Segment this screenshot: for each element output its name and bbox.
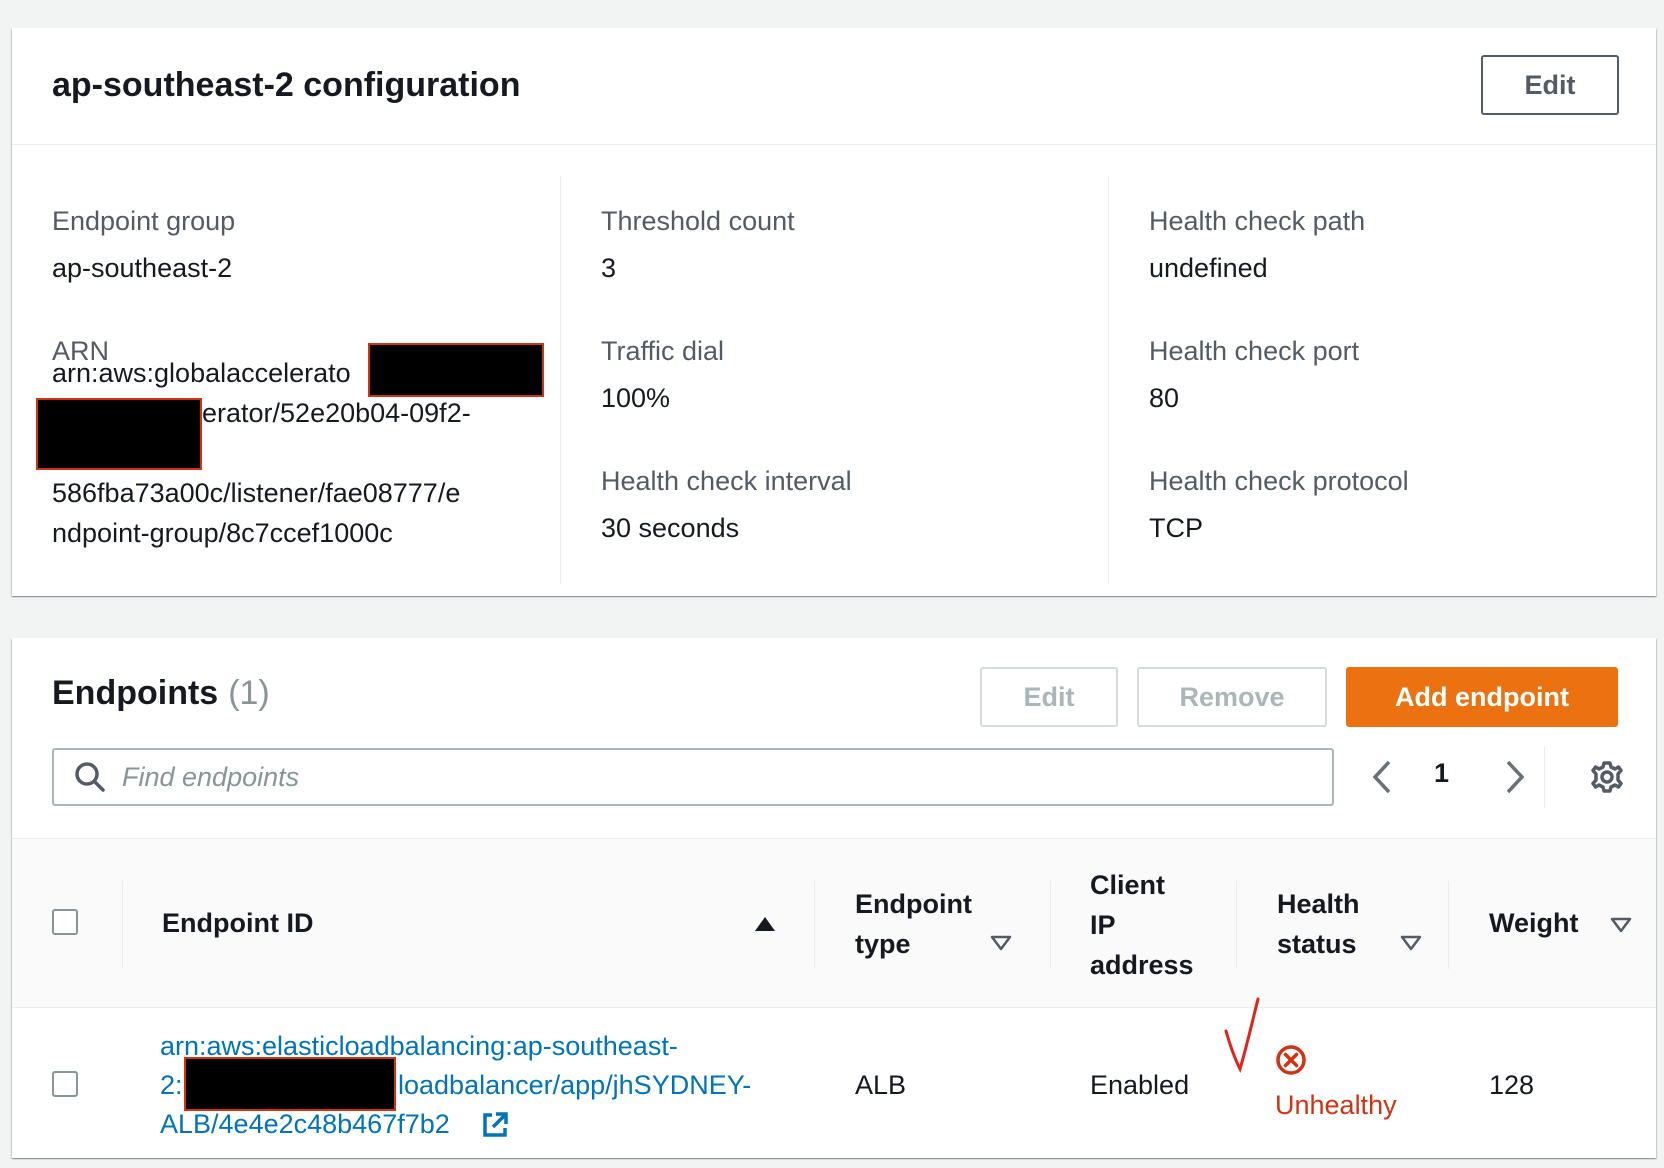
column-divider: [1236, 881, 1237, 969]
arn-value-line-3: 586fba73a00c/listener/fae08777/e: [52, 478, 461, 508]
health-check-port-label: Health check port: [1149, 336, 1360, 366]
threshold-count-field: Threshold count 3: [601, 204, 795, 288]
health-check-path-label: Health check path: [1149, 206, 1366, 236]
endpoint-type-cell: ALB: [855, 1070, 907, 1100]
health-check-protocol-value: TCP: [1149, 513, 1203, 543]
pagination-divider: [1544, 746, 1545, 808]
sort-ascending-icon[interactable]: [754, 916, 776, 932]
current-page-number[interactable]: 1: [1434, 758, 1449, 789]
select-all-checkbox[interactable]: [52, 909, 78, 935]
column-header-health-status-line-2: status: [1277, 929, 1357, 959]
external-link-icon[interactable]: [480, 1110, 510, 1140]
endpoint-group-label: Endpoint group: [52, 206, 236, 236]
endpoints-panel: Endpoints(1) Edit Remove Add endpoint 1 …: [12, 638, 1656, 1158]
client-ip-address-cell: Enabled: [1090, 1070, 1190, 1100]
health-check-interval-label: Health check interval: [601, 466, 852, 496]
sort-descending-icon[interactable]: [990, 935, 1012, 951]
threshold-count-label: Threshold count: [601, 206, 795, 236]
arn-value-line-4: ndpoint-group/8c7ccef1000c: [52, 518, 393, 548]
endpoints-title: Endpoints (1): [52, 674, 270, 713]
endpoint-group-value: ap-southeast-2: [52, 253, 233, 283]
column-header-client-ip-line-3: address: [1090, 950, 1194, 980]
column-divider: [122, 881, 123, 969]
chevron-left-icon[interactable]: [1369, 756, 1397, 798]
column-header-endpoint-type-line-2: type: [855, 929, 911, 959]
column-header-client-ip-line-1: Client: [1090, 870, 1166, 900]
column-header-endpoint-type[interactable]: Endpoint type: [855, 884, 972, 964]
search-input[interactable]: [120, 760, 1304, 794]
configuration-panel: ap-southeast-2 configuration Edit Endpoi…: [12, 28, 1656, 596]
traffic-dial-label: Traffic dial: [601, 336, 725, 366]
weight-cell: 128: [1489, 1070, 1535, 1100]
status-error-icon: [1276, 1045, 1306, 1075]
add-endpoint-button[interactable]: Add endpoint: [1346, 667, 1618, 727]
health-check-path-value: undefined: [1149, 253, 1268, 283]
search-box[interactable]: [52, 748, 1334, 806]
traffic-dial-field: Traffic dial 100%: [601, 334, 724, 418]
health-check-interval-value: 30 seconds: [601, 513, 740, 543]
config-column-2: Threshold count 3 Traffic dial 100% Heal…: [560, 176, 1081, 584]
endpoint-id-link-line-3[interactable]: ALB/4e4e2c48b467f7b2: [160, 1104, 450, 1144]
traffic-dial-value: 100%: [601, 383, 671, 413]
redaction-box: [36, 398, 202, 470]
column-divider: [814, 881, 815, 969]
configuration-edit-button[interactable]: Edit: [1481, 55, 1619, 115]
endpoint-id-link-line-2-suffix[interactable]: loadbalancer/app/jhSYDNEY-: [398, 1065, 751, 1105]
column-header-endpoint-id[interactable]: Endpoint ID: [162, 903, 313, 943]
redaction-box: [184, 1057, 396, 1111]
health-check-path-field: Health check path undefined: [1149, 204, 1365, 288]
configuration-header: ap-southeast-2 configuration Edit: [12, 28, 1656, 145]
checkmark-annotation-icon: [1224, 997, 1260, 1074]
health-check-interval-field: Health check interval 30 seconds: [601, 464, 852, 548]
endpoint-id-link-line-2-prefix[interactable]: 2:: [160, 1065, 183, 1105]
endpoint-group-field: Endpoint group ap-southeast-2: [52, 204, 235, 288]
endpoints-edit-button[interactable]: Edit: [980, 667, 1118, 727]
column-header-weight[interactable]: Weight: [1489, 903, 1579, 943]
endpoints-remove-button[interactable]: Remove: [1137, 667, 1327, 727]
arn-value-line-2: erator/52e20b04-09f2-: [202, 398, 471, 428]
health-check-port-value: 80: [1149, 383, 1180, 413]
column-header-endpoint-type-line-1: Endpoint: [855, 889, 972, 919]
gear-icon[interactable]: [1588, 758, 1626, 796]
endpoints-count: (1): [228, 674, 270, 712]
sort-descending-icon[interactable]: [1400, 935, 1422, 951]
column-header-health-status[interactable]: Health status: [1277, 884, 1360, 964]
table-header: Endpoint ID Endpoint type Client IP addr…: [12, 838, 1656, 1008]
health-status-cell: Unhealthy: [1275, 1090, 1397, 1120]
threshold-count-value: 3: [601, 253, 617, 283]
endpoints-title-text: Endpoints: [52, 674, 219, 712]
health-check-protocol-label: Health check protocol: [1149, 466, 1409, 496]
sort-descending-icon[interactable]: [1610, 917, 1632, 933]
arn-value-line-1: arn:aws:globalaccelerato: [52, 358, 351, 388]
row-select-checkbox[interactable]: [52, 1071, 78, 1097]
column-header-health-status-line-1: Health: [1277, 889, 1360, 919]
config-column-3: Health check path undefined Health check…: [1108, 176, 1629, 584]
column-header-client-ip-line-2: IP: [1090, 910, 1116, 940]
configuration-title: ap-southeast-2 configuration: [52, 66, 521, 104]
column-divider: [1050, 881, 1051, 969]
chevron-right-icon[interactable]: [1500, 756, 1528, 798]
column-header-client-ip-address[interactable]: Client IP address: [1090, 865, 1194, 985]
column-divider: [1448, 881, 1449, 969]
redaction-box: [368, 343, 544, 397]
search-icon: [75, 762, 105, 792]
health-check-protocol-field: Health check protocol TCP: [1149, 464, 1409, 548]
health-check-port-field: Health check port 80: [1149, 334, 1359, 418]
